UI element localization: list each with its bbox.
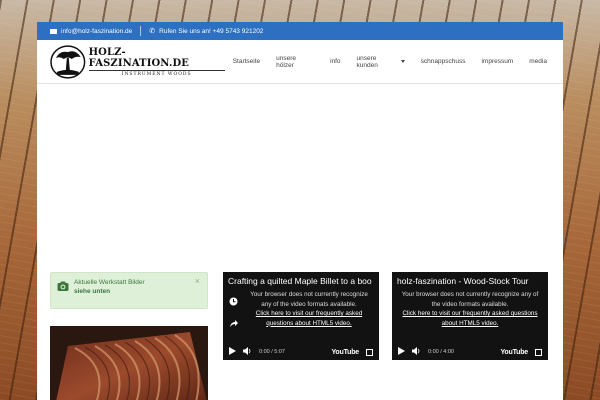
volume-icon[interactable] [412, 347, 421, 357]
caret-down-icon [400, 60, 405, 63]
nav-item-info[interactable]: info [322, 58, 348, 65]
top-contact-bar: info@holz-faszination.de ✆ Rufen Sie uns… [37, 22, 563, 40]
clock-icon[interactable] [229, 293, 238, 311]
nav-item-unsere-hoelzer[interactable]: unsere hölzer [268, 55, 322, 69]
workshop-photo [50, 326, 208, 400]
site-logo[interactable]: HOLZ-FASZINATION.DE INSTRUMENT WOODS [50, 44, 225, 80]
close-icon[interactable]: × [195, 276, 200, 286]
nav-item-impressum[interactable]: impressum [473, 58, 521, 65]
hero-area [37, 84, 563, 270]
share-icon[interactable] [229, 315, 238, 333]
logo-subtitle: INSTRUMENT WOODS [88, 69, 225, 77]
video-time: 0:00 / 4:00 [428, 349, 454, 355]
video-help-link[interactable]: Click here to visit our frequently asked… [256, 310, 362, 327]
youtube-logo[interactable]: YouTube [331, 349, 359, 356]
video-player-2[interactable]: holz-faszination - Wood-Stock Tour Your … [392, 272, 548, 360]
nav-item-startseite[interactable]: Startseite [225, 58, 268, 65]
play-icon[interactable] [398, 347, 405, 357]
logo-title: HOLZ-FASZINATION.DE [88, 46, 189, 69]
camera-icon [57, 281, 69, 291]
phone-text: Rufen Sie uns an! +49 5743 921202 [159, 27, 264, 35]
wood-photo-image [50, 326, 208, 400]
video-help-link[interactable]: Click here to visit our frequently asked… [402, 310, 537, 327]
video-title[interactable]: Crafting a quilted Maple Billet to a boo [223, 272, 379, 286]
volume-icon[interactable] [243, 347, 252, 357]
envelope-icon [50, 28, 57, 34]
video-controls: 0:00 / 5:07 YouTube [223, 344, 379, 360]
tree-logo-icon [50, 44, 86, 79]
alert-line-1: Aktuelle Werkstatt Bilder [74, 279, 145, 286]
main-nav: Startseite unsere hölzer info unsere kun… [225, 55, 555, 69]
phone-icon: ✆ [149, 27, 156, 35]
play-icon[interactable] [229, 347, 236, 357]
video-time: 0:00 / 5:07 [259, 349, 285, 355]
page-container: info@holz-faszination.de ✆ Rufen Sie uns… [37, 22, 563, 400]
phone-contact: ✆ Rufen Sie uns an! +49 5743 921202 [149, 28, 263, 35]
nav-item-unsere-kunden[interactable]: unsere kunden [349, 55, 413, 69]
fullscreen-icon[interactable] [366, 348, 373, 356]
video-message-text: Your browser does not currently recogniz… [401, 291, 539, 308]
youtube-logo[interactable]: YouTube [500, 349, 528, 356]
video-fallback-message: Your browser does not currently recogniz… [245, 290, 373, 328]
alert-line-2: siehe unten [74, 288, 111, 295]
nav-item-schnappschuss[interactable]: schnappschuss [413, 58, 474, 65]
video-player-1[interactable]: Crafting a quilted Maple Billet to a boo… [223, 272, 379, 360]
workshop-alert: Aktuelle Werkstatt Bilder siehe unten × [50, 272, 208, 309]
site-header: HOLZ-FASZINATION.DE INSTRUMENT WOODS Sta… [37, 40, 563, 84]
email-text[interactable]: info@holz-faszination.de [61, 28, 132, 35]
nav-item-media[interactable]: media [521, 58, 555, 65]
video-title[interactable]: holz-faszination - Wood-Stock Tour [392, 272, 548, 286]
email-contact[interactable]: info@holz-faszination.de [50, 28, 132, 35]
video-controls: 0:00 / 4:00 YouTube [392, 344, 548, 360]
topbar-divider [140, 26, 142, 36]
video-message-text: Your browser does not currently recogniz… [250, 291, 368, 308]
video-fallback-message: Your browser does not currently recogniz… [398, 290, 542, 328]
nav-item-unsere-kunden-label: unsere kunden [356, 54, 378, 69]
fullscreen-icon[interactable] [535, 348, 542, 356]
